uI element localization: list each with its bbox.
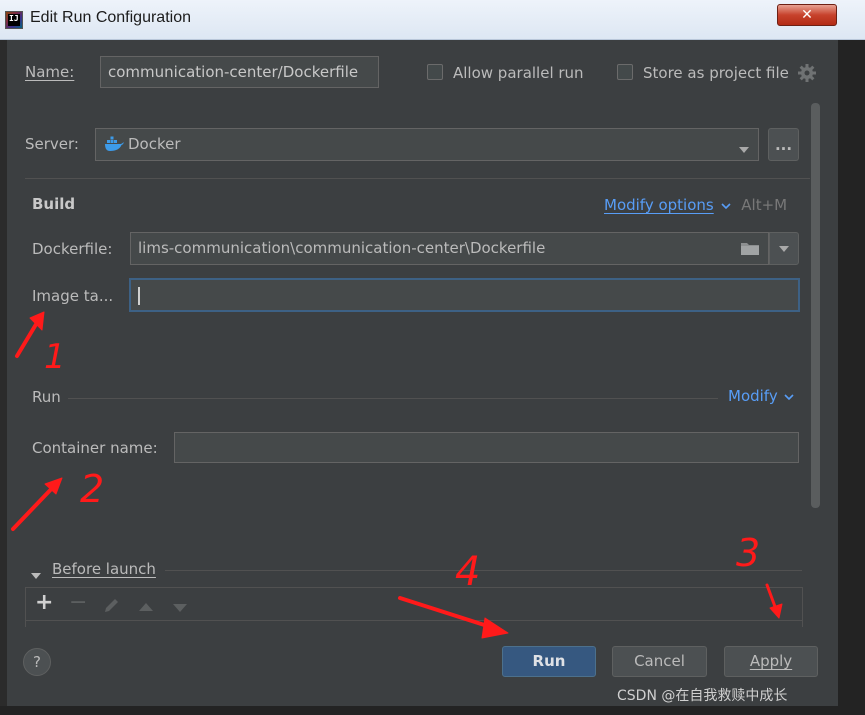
annotation-number-2: 2 — [80, 467, 104, 511]
annotation-arrowhead-3 — [769, 603, 783, 619]
annotation-number-4: 4 — [455, 549, 480, 595]
red-annotations: 1 2 3 4 — [11, 311, 783, 639]
annotation-number-3: 3 — [736, 531, 760, 575]
annotation-number-1: 1 — [44, 337, 66, 377]
annotation-arrowhead-4 — [481, 617, 509, 639]
